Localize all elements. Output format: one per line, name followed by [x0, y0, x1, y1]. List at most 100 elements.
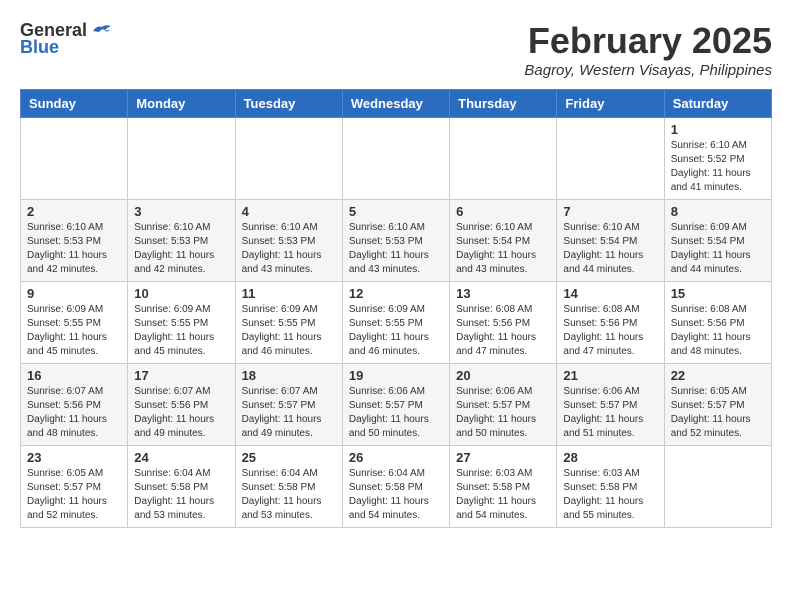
calendar-cell: 9Sunrise: 6:09 AM Sunset: 5:55 PM Daylig… [21, 282, 128, 364]
day-info: Sunrise: 6:10 AM Sunset: 5:53 PM Dayligh… [349, 221, 443, 277]
calendar-week-row: 16 Sunrise: 6:07 AM Sunset: 5:56 PM Dayli… [21, 364, 772, 446]
day-info: Sunrise: 6:05 AM Sunset: 5:57 PM Dayligh… [671, 385, 765, 441]
day-info: Sunrise: 6:06 AM Sunset: 5:57 PM Dayligh… [456, 385, 550, 441]
calendar-cell: 15Sunrise: 6:08 AM Sunset: 5:56 PM Dayli… [664, 282, 771, 364]
day-info: Sunrise: 6:08 AM Sunset: 5:56 PM Dayligh… [563, 303, 657, 359]
day-info: Sunrise: 6:07 AM Sunset: 5:57 PM Dayligh… [242, 385, 336, 441]
day-number: 16 [27, 368, 121, 383]
calendar-cell [342, 118, 449, 200]
day-info: Sunrise: 6:09 AM Sunset: 5:54 PM Dayligh… [671, 221, 765, 277]
page-header: General Blue February 2025 Bagroy, Weste… [20, 20, 772, 79]
calendar-cell: 6 Sunrise: 6:10 AM Sunset: 5:54 PM Daylig… [450, 200, 557, 282]
day-number: 28 [563, 450, 657, 465]
day-number: 3 [134, 204, 228, 219]
calendar-table: SundayMondayTuesdayWednesdayThursdayFrid… [20, 89, 772, 528]
day-info: Sunrise: 6:09 AM Sunset: 5:55 PM Dayligh… [349, 303, 443, 359]
weekday-header-friday: Friday [557, 90, 664, 118]
calendar-cell: 28 Sunrise: 6:03 AM Sunset: 5:58 PM Dayli… [557, 446, 664, 528]
day-number: 2 [27, 204, 121, 219]
day-info: Sunrise: 6:03 AM Sunset: 5:58 PM Dayligh… [456, 467, 550, 523]
day-number: 13 [456, 286, 550, 301]
title-block: February 2025 Bagroy, Western Visayas, P… [524, 20, 772, 79]
calendar-cell [21, 118, 128, 200]
day-number: 8 [671, 204, 765, 219]
calendar-cell [235, 118, 342, 200]
calendar-cell: 3 Sunrise: 6:10 AM Sunset: 5:53 PM Daylig… [128, 200, 235, 282]
day-info: Sunrise: 6:10 AM Sunset: 5:53 PM Dayligh… [242, 221, 336, 277]
day-number: 15 [671, 286, 765, 301]
day-number: 19 [349, 368, 443, 383]
day-info: Sunrise: 6:10 AM Sunset: 5:53 PM Dayligh… [134, 221, 228, 277]
month-year-title: February 2025 [524, 20, 772, 62]
calendar-cell: 1 Sunrise: 6:10 AM Sunset: 5:52 PM Daylig… [664, 118, 771, 200]
calendar-week-row: 9Sunrise: 6:09 AM Sunset: 5:55 PM Daylig… [21, 282, 772, 364]
day-number: 27 [456, 450, 550, 465]
calendar-cell: 10Sunrise: 6:09 AM Sunset: 5:55 PM Dayli… [128, 282, 235, 364]
day-number: 21 [563, 368, 657, 383]
calendar-cell: 22 Sunrise: 6:05 AM Sunset: 5:57 PM Dayli… [664, 364, 771, 446]
day-number: 20 [456, 368, 550, 383]
calendar-cell: 4 Sunrise: 6:10 AM Sunset: 5:53 PM Daylig… [235, 200, 342, 282]
calendar-week-row: 1 Sunrise: 6:10 AM Sunset: 5:52 PM Daylig… [21, 118, 772, 200]
calendar-cell: 11Sunrise: 6:09 AM Sunset: 5:55 PM Dayli… [235, 282, 342, 364]
day-info: Sunrise: 6:09 AM Sunset: 5:55 PM Dayligh… [27, 303, 121, 359]
calendar-cell: 26 Sunrise: 6:04 AM Sunset: 5:58 PM Dayli… [342, 446, 449, 528]
day-info: Sunrise: 6:03 AM Sunset: 5:58 PM Dayligh… [563, 467, 657, 523]
calendar-cell: 25 Sunrise: 6:04 AM Sunset: 5:58 PM Dayli… [235, 446, 342, 528]
day-info: Sunrise: 6:04 AM Sunset: 5:58 PM Dayligh… [349, 467, 443, 523]
day-number: 17 [134, 368, 228, 383]
calendar-cell: 5 Sunrise: 6:10 AM Sunset: 5:53 PM Daylig… [342, 200, 449, 282]
day-number: 18 [242, 368, 336, 383]
calendar-cell: 27 Sunrise: 6:03 AM Sunset: 5:58 PM Dayli… [450, 446, 557, 528]
day-number: 7 [563, 204, 657, 219]
day-info: Sunrise: 6:06 AM Sunset: 5:57 PM Dayligh… [563, 385, 657, 441]
day-number: 6 [456, 204, 550, 219]
day-number: 23 [27, 450, 121, 465]
calendar-cell: 13 Sunrise: 6:08 AM Sunset: 5:56 PM Dayli… [450, 282, 557, 364]
weekday-header-sunday: Sunday [21, 90, 128, 118]
calendar-week-row: 23 Sunrise: 6:05 AM Sunset: 5:57 PM Dayli… [21, 446, 772, 528]
calendar-cell: 12Sunrise: 6:09 AM Sunset: 5:55 PM Dayli… [342, 282, 449, 364]
calendar-cell: 8 Sunrise: 6:09 AM Sunset: 5:54 PM Daylig… [664, 200, 771, 282]
day-number: 14 [563, 286, 657, 301]
day-info: Sunrise: 6:05 AM Sunset: 5:57 PM Dayligh… [27, 467, 121, 523]
calendar-cell: 24 Sunrise: 6:04 AM Sunset: 5:58 PM Dayli… [128, 446, 235, 528]
weekday-header-wednesday: Wednesday [342, 90, 449, 118]
location-subtitle: Bagroy, Western Visayas, Philippines [524, 62, 772, 79]
day-number: 4 [242, 204, 336, 219]
day-number: 10 [134, 286, 228, 301]
day-info: Sunrise: 6:04 AM Sunset: 5:58 PM Dayligh… [134, 467, 228, 523]
logo: General Blue [20, 20, 113, 58]
weekday-header-tuesday: Tuesday [235, 90, 342, 118]
day-info: Sunrise: 6:10 AM Sunset: 5:52 PM Dayligh… [671, 139, 765, 195]
day-info: Sunrise: 6:10 AM Sunset: 5:53 PM Dayligh… [27, 221, 121, 277]
day-info: Sunrise: 6:08 AM Sunset: 5:56 PM Dayligh… [456, 303, 550, 359]
day-info: Sunrise: 6:06 AM Sunset: 5:57 PM Dayligh… [349, 385, 443, 441]
weekday-header-monday: Monday [128, 90, 235, 118]
weekday-header-thursday: Thursday [450, 90, 557, 118]
weekday-header-row: SundayMondayTuesdayWednesdayThursdayFrid… [21, 90, 772, 118]
day-number: 11 [242, 286, 336, 301]
day-number: 1 [671, 122, 765, 137]
day-number: 24 [134, 450, 228, 465]
calendar-cell: 19 Sunrise: 6:06 AM Sunset: 5:57 PM Dayli… [342, 364, 449, 446]
calendar-cell: 21 Sunrise: 6:06 AM Sunset: 5:57 PM Dayli… [557, 364, 664, 446]
calendar-cell: 18 Sunrise: 6:07 AM Sunset: 5:57 PM Dayli… [235, 364, 342, 446]
day-info: Sunrise: 6:04 AM Sunset: 5:58 PM Dayligh… [242, 467, 336, 523]
calendar-week-row: 2 Sunrise: 6:10 AM Sunset: 5:53 PM Daylig… [21, 200, 772, 282]
calendar-cell [664, 446, 771, 528]
day-info: Sunrise: 6:07 AM Sunset: 5:56 PM Dayligh… [27, 385, 121, 441]
calendar-cell: 7Sunrise: 6:10 AM Sunset: 5:54 PM Daylig… [557, 200, 664, 282]
calendar-cell [557, 118, 664, 200]
calendar-cell: 2 Sunrise: 6:10 AM Sunset: 5:53 PM Daylig… [21, 200, 128, 282]
weekday-header-saturday: Saturday [664, 90, 771, 118]
day-number: 22 [671, 368, 765, 383]
day-info: Sunrise: 6:07 AM Sunset: 5:56 PM Dayligh… [134, 385, 228, 441]
day-number: 25 [242, 450, 336, 465]
calendar-cell: 23 Sunrise: 6:05 AM Sunset: 5:57 PM Dayli… [21, 446, 128, 528]
day-info: Sunrise: 6:10 AM Sunset: 5:54 PM Dayligh… [456, 221, 550, 277]
day-number: 5 [349, 204, 443, 219]
day-number: 26 [349, 450, 443, 465]
calendar-cell: 14 Sunrise: 6:08 AM Sunset: 5:56 PM Dayli… [557, 282, 664, 364]
logo-blue-text: Blue [20, 37, 59, 58]
